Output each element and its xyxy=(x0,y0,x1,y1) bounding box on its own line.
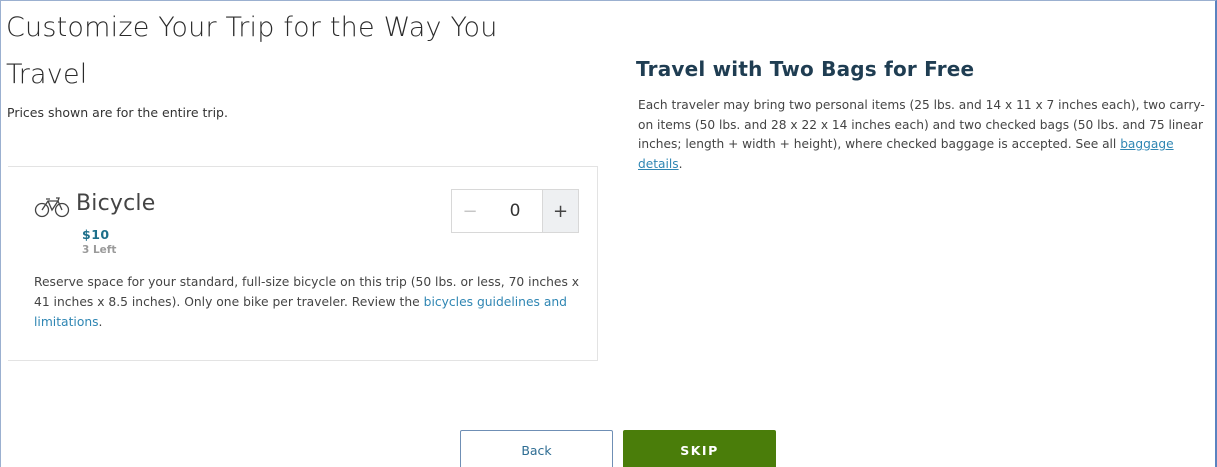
page-title: Customize Your Trip for the Way You Trav… xyxy=(6,12,498,90)
bags-description-end: . xyxy=(678,156,683,171)
addon-description-end: . xyxy=(98,315,103,329)
addon-name: Bicycle xyxy=(76,190,156,216)
bicycle-quantity-stepper: − 0 + xyxy=(451,189,579,233)
price-note: Prices shown are for the entire trip. xyxy=(7,105,228,120)
addon-description: Reserve space for your standard, full-si… xyxy=(34,272,582,332)
addon-price: $10 xyxy=(82,227,110,242)
skip-button[interactable]: SKIP xyxy=(623,430,776,467)
bags-description: Each traveler may bring two personal ite… xyxy=(638,96,1216,174)
back-button[interactable]: Back xyxy=(460,430,613,467)
addon-header: Bicycle xyxy=(34,187,155,219)
addon-remaining: 3 Left xyxy=(82,244,117,256)
decrement-button[interactable]: − xyxy=(452,190,488,232)
bicycle-icon xyxy=(34,197,70,218)
bicycle-addon-card: Bicycle $10 3 Left − 0 + Reserve space f… xyxy=(8,166,598,361)
increment-button[interactable]: + xyxy=(542,190,578,232)
quantity-value[interactable]: 0 xyxy=(488,190,542,232)
bags-heading: Travel with Two Bags for Free xyxy=(636,57,975,81)
